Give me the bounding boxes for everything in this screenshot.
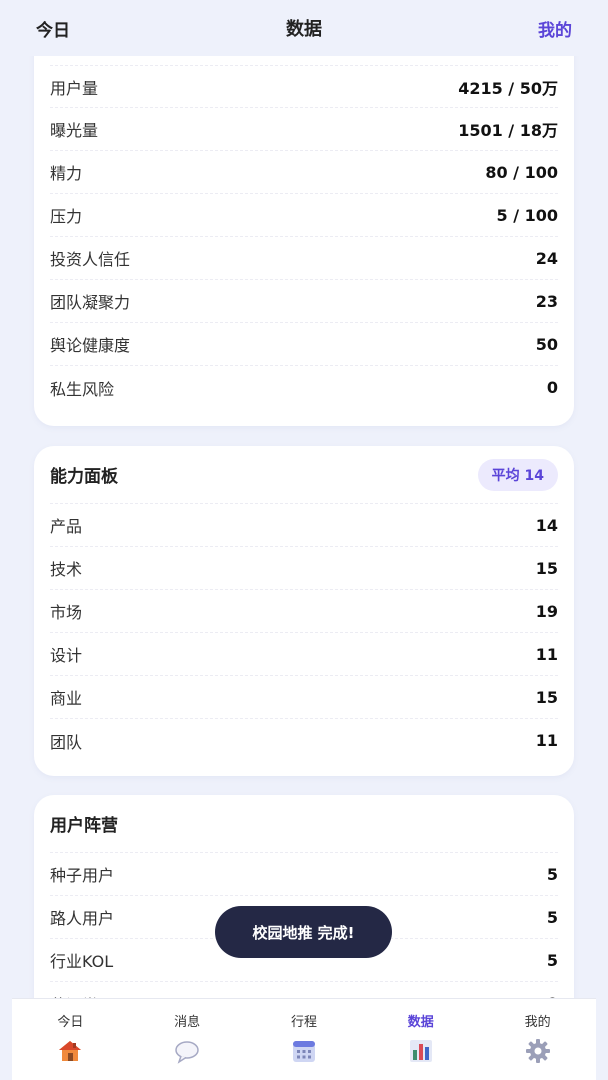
ability-value: 11 [535, 731, 558, 750]
stat-row-exposure: 曝光量 1501 / 18万 [50, 108, 558, 151]
home-icon [59, 1041, 82, 1061]
tab-schedule[interactable]: 行程 [249, 999, 359, 1080]
camp-row-seed-users: 种子用户 5 [50, 853, 558, 896]
stat-label: 精力 [50, 164, 83, 183]
stat-row-privacy-risk: 私生风险 0 [50, 366, 558, 409]
tab-label: 今日 [57, 1015, 84, 1030]
tab-data[interactable]: 数据 [366, 999, 476, 1080]
stat-label: 曝光量 [50, 121, 99, 140]
ability-label: 设计 [50, 646, 83, 665]
tab-label: 行程 [290, 1015, 317, 1030]
stat-value: 5 / 100 [496, 205, 558, 225]
camp-value: 5 [546, 907, 558, 927]
ability-value: 15 [535, 687, 558, 707]
ability-value: 11 [535, 644, 558, 664]
ability-row-market: 市场 19 [50, 590, 558, 633]
stat-label: 用户量 [50, 78, 99, 98]
camp-card-header: 用户阵营 [50, 795, 558, 853]
chat-bubble-icon [175, 1041, 199, 1064]
top-header: 今日 数据 我的 [0, 0, 608, 56]
ability-row-design: 设计 11 [50, 633, 558, 676]
stat-value: 80 / 100 [485, 162, 558, 182]
bar-chart-icon [409, 1040, 432, 1062]
stat-value: 23 [535, 291, 558, 311]
camp-label: 种子用户 [50, 866, 115, 885]
camp-label: 行业KOL [50, 952, 114, 971]
stat-value: 24 [535, 248, 558, 268]
ability-label: 技术 [50, 560, 83, 579]
ability-label: 产品 [50, 517, 83, 536]
stat-value: 1501 / 18万 [458, 121, 558, 140]
stat-row-pressure: 压力 5 / 100 [50, 194, 558, 237]
ability-row-tech: 技术 15 [50, 547, 558, 590]
tab-messages[interactable]: 消息 [132, 999, 242, 1080]
stat-label: 舆论健康度 [50, 336, 131, 355]
ability-row-team: 团队 11 [50, 719, 558, 762]
header-mine-link[interactable]: 我的 [538, 16, 572, 41]
stat-row-energy: 精力 80 / 100 [50, 151, 558, 194]
camp-label: 路人用户 [50, 909, 115, 928]
stat-value: 4215 / 50万 [458, 78, 558, 98]
ability-card-header: 能力面板 平均 14 [50, 446, 558, 504]
camp-title: 用户阵营 [50, 816, 118, 836]
data-screen: 今日 数据 我的 用户量 4215 / 50万 曝光量 1501 / 18万 精… [0, 0, 608, 1080]
stat-label: 投资人信任 [50, 250, 131, 269]
stat-row-public-opinion: 舆论健康度 50 [50, 323, 558, 366]
ability-value: 15 [535, 558, 558, 578]
ability-label: 团队 [50, 732, 83, 752]
header-today-link[interactable]: 今日 [36, 16, 70, 41]
ability-card: 能力面板 平均 14 产品 14 技术 15 市场 19 设计 11 商业 15 [34, 446, 574, 776]
ability-value: 14 [535, 515, 558, 535]
bottom-tab-bar: 今日 消息 行程 数据 我的 [12, 998, 596, 1080]
page-title: 数据 [286, 19, 322, 40]
tab-label: 消息 [174, 1015, 201, 1030]
calendar-icon [292, 1041, 315, 1062]
camp-value: 5 [546, 864, 558, 884]
stat-label: 私生风险 [50, 379, 115, 399]
ability-label: 商业 [50, 689, 83, 708]
toast-notification: 校园地推 完成! [215, 906, 392, 958]
stat-value: 50 [535, 334, 558, 354]
ability-label: 市场 [50, 603, 83, 622]
ability-title: 能力面板 [50, 467, 118, 487]
ability-value: 19 [535, 601, 558, 621]
average-badge: 平均 14 [477, 458, 558, 491]
stat-value: 0 [546, 378, 558, 397]
stat-label: 团队凝聚力 [50, 293, 131, 312]
stat-row-investor-trust: 投资人信任 24 [50, 237, 558, 280]
stats-card: 用户量 4215 / 50万 曝光量 1501 / 18万 精力 80 / 10… [34, 40, 574, 426]
tab-today[interactable]: 今日 [15, 999, 125, 1080]
gear-icon [525, 1039, 550, 1063]
camp-value: 5 [546, 950, 558, 970]
ability-row-product: 产品 14 [50, 504, 558, 547]
stat-row-users: 用户量 4215 / 50万 [50, 65, 558, 108]
stat-label: 压力 [50, 207, 83, 226]
tab-mine[interactable]: 我的 [483, 999, 593, 1080]
stat-row-team-cohesion: 团队凝聚力 23 [50, 280, 558, 323]
ability-row-business: 商业 15 [50, 676, 558, 719]
tab-label: 数据 [407, 1015, 434, 1030]
tab-label: 我的 [524, 1015, 551, 1030]
